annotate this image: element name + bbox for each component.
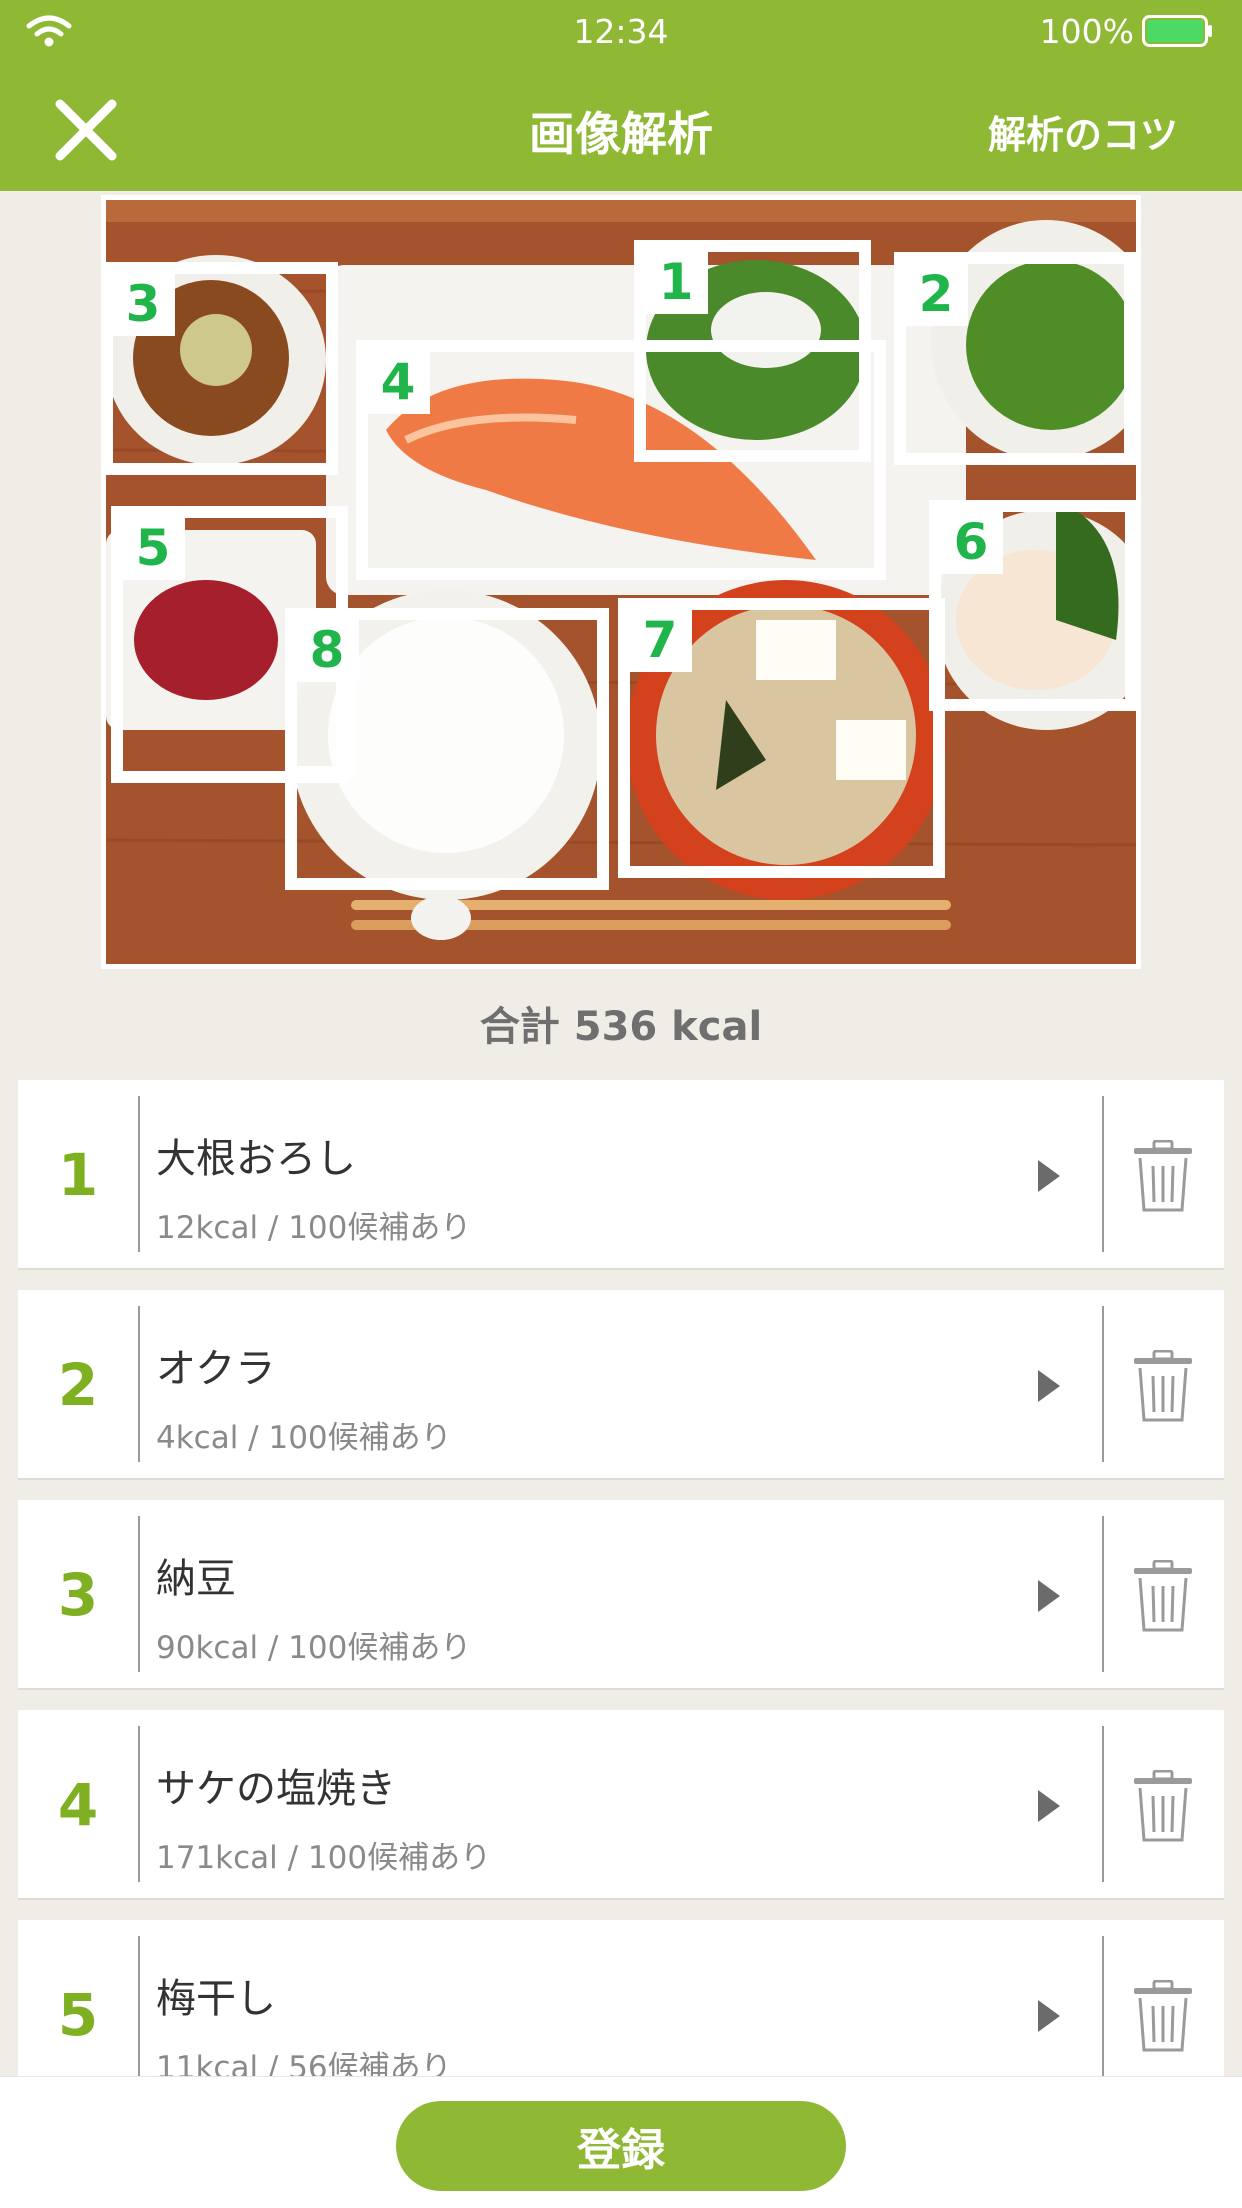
chevron-right-icon[interactable]	[1034, 1158, 1062, 1194]
battery-percentage: 100%	[1039, 12, 1134, 51]
meal-photo: 1 2 3 4 5 6 7 8	[101, 195, 1141, 969]
detection-box-label: 1	[644, 250, 708, 314]
item-number: 2	[57, 1351, 99, 1419]
trash-icon[interactable]	[1132, 1140, 1194, 1214]
item-name: 大根おろし	[156, 1136, 356, 1182]
trash-icon[interactable]	[1132, 1560, 1194, 1634]
list-item[interactable]: 4 サケの塩焼き 171kcal / 100候補あり	[18, 1710, 1224, 1900]
item-name: サケの塩焼き	[156, 1766, 396, 1812]
detection-box-label: 2	[904, 262, 968, 326]
detection-box-label: 6	[939, 510, 1003, 574]
list-item[interactable]: 3 納豆 90kcal / 100候補あり	[18, 1500, 1224, 1690]
detection-box-label: 7	[628, 608, 692, 672]
trash-icon[interactable]	[1132, 1770, 1194, 1844]
divider	[1102, 1516, 1104, 1672]
chevron-right-icon[interactable]	[1034, 1998, 1062, 2034]
divider	[138, 1936, 140, 2092]
divider	[138, 1096, 140, 1252]
header-bar: 12:34 100% 画像解析 解析のコツ	[0, 0, 1242, 191]
item-name: 納豆	[156, 1556, 236, 1602]
analysis-tips-link[interactable]: 解析のコツ	[988, 104, 1178, 159]
chevron-right-icon[interactable]	[1034, 1368, 1062, 1404]
divider	[1102, 1726, 1104, 1882]
battery-icon	[1142, 15, 1212, 47]
item-number: 3	[57, 1561, 99, 1629]
item-detail: 4kcal / 100候補あり	[156, 1420, 452, 1456]
detection-box-3[interactable]: 3	[106, 262, 338, 475]
register-button[interactable]: 登録	[396, 2101, 846, 2191]
divider	[138, 1306, 140, 1462]
total-calories: 合計 536 kcal	[479, 1004, 763, 1050]
item-detail: 171kcal / 100候補あり	[156, 1840, 492, 1876]
bottom-bar: 登録	[0, 2076, 1242, 2208]
list-item[interactable]: 2 オクラ 4kcal / 100候補あり	[18, 1290, 1224, 1480]
detection-box-6[interactable]: 6	[929, 500, 1136, 711]
item-name: オクラ	[156, 1346, 276, 1392]
item-detail: 90kcal / 100候補あり	[156, 1630, 472, 1666]
detection-box-label: 3	[111, 272, 175, 336]
detection-box-rice[interactable]	[285, 608, 609, 890]
food-list: 1 大根おろし 12kcal / 100候補あり 2 オクラ 4kcal / 1…	[18, 1080, 1224, 2130]
item-detail: 12kcal / 100候補あり	[156, 1210, 472, 1246]
detection-box-7[interactable]: 7	[618, 598, 945, 878]
app-screen: 12:34 100% 画像解析 解析のコツ 1 2 3 4 5 6 7 8 合計…	[0, 0, 1242, 2208]
item-number: 1	[57, 1141, 99, 1209]
chevron-right-icon[interactable]	[1034, 1788, 1062, 1824]
trash-icon[interactable]	[1132, 1980, 1194, 2054]
divider	[1102, 1936, 1104, 2092]
divider	[138, 1516, 140, 1672]
divider	[138, 1726, 140, 1882]
detection-box-label: 5	[121, 516, 185, 580]
item-number: 4	[57, 1771, 99, 1839]
item-name: 梅干し	[156, 1976, 276, 2022]
detection-box-label: 4	[366, 350, 430, 414]
divider	[1102, 1306, 1104, 1462]
divider	[1102, 1096, 1104, 1252]
detection-box-2[interactable]: 2	[894, 252, 1136, 465]
trash-icon[interactable]	[1132, 1350, 1194, 1424]
detection-box-4[interactable]: 4	[356, 340, 886, 580]
list-item[interactable]: 1 大根おろし 12kcal / 100候補あり	[18, 1080, 1224, 1270]
chevron-right-icon[interactable]	[1034, 1578, 1062, 1614]
